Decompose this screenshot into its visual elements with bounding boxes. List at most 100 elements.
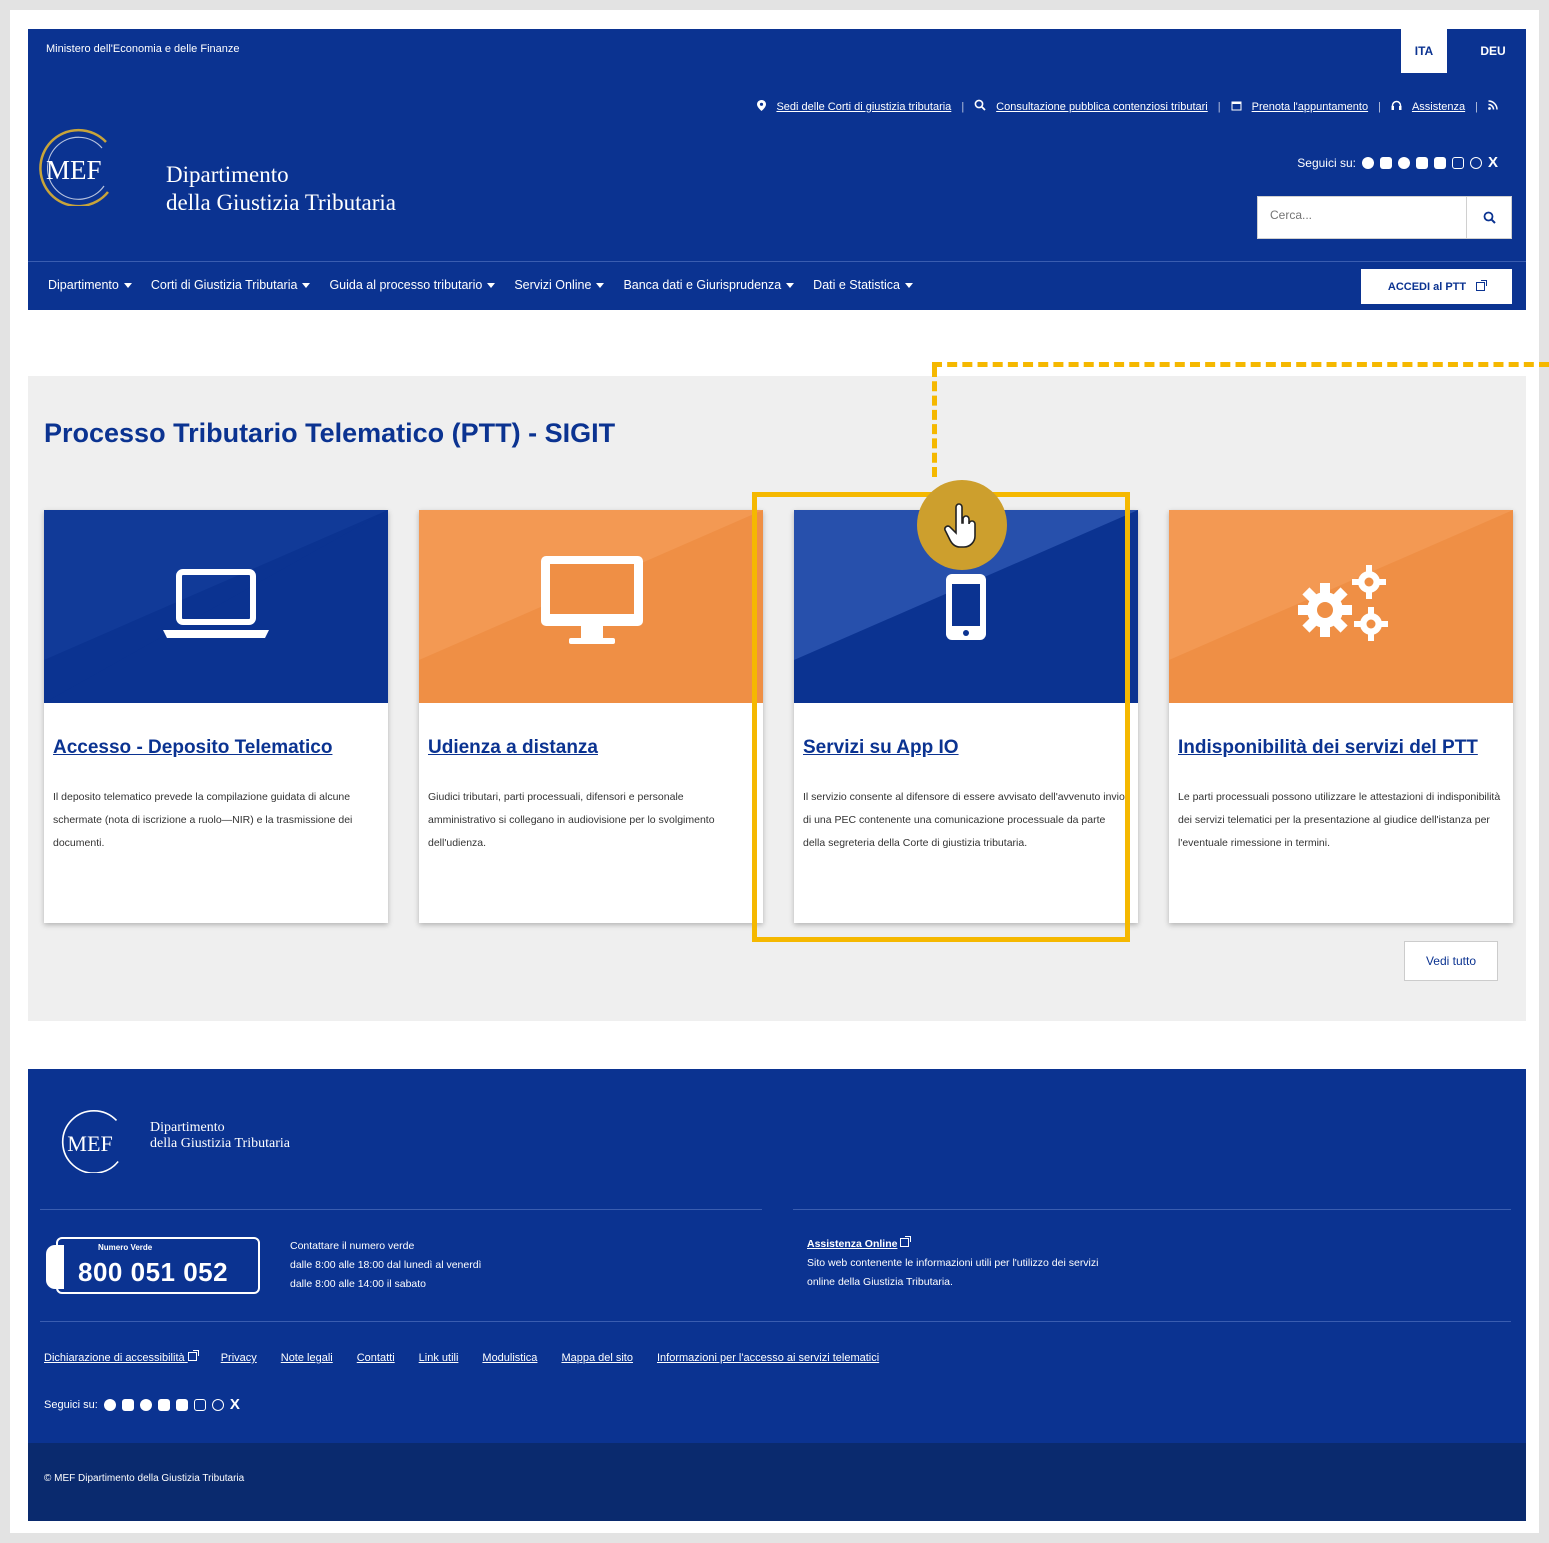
consultazione-link[interactable]: Consultazione pubblica contenziosi tribu… [996, 101, 1208, 113]
separator: | [961, 100, 965, 113]
youtube-icon[interactable] [157, 1399, 170, 1411]
mef-logo[interactable]: MEF [36, 128, 126, 206]
assistenza-link[interactable]: Assistenza [1412, 101, 1465, 113]
main-nav: Dipartimento Corti di Giustizia Tributar… [28, 261, 1526, 310]
highlight-guide-line [932, 362, 1549, 367]
nav-item-dipartimento[interactable]: Dipartimento [48, 278, 132, 292]
follow-label: Seguici su: [44, 1399, 98, 1411]
facebook-icon[interactable] [1361, 157, 1374, 169]
card-title[interactable]: Udienza a distanza [428, 737, 754, 759]
caret-down-icon [905, 283, 914, 289]
nav-item-servizi[interactable]: Servizi Online [514, 278, 605, 292]
telegram-icon[interactable] [1397, 157, 1410, 169]
sedi-corti-link[interactable]: Sedi delle Corti di giustizia tributaria [776, 101, 951, 113]
linkedin-icon[interactable] [121, 1399, 134, 1411]
footer-name-line1: Dipartimento [150, 1120, 225, 1135]
nav-item-guida[interactable]: Guida al processo tributario [329, 278, 496, 292]
footer-link-mappa[interactable]: Mappa del sito [561, 1352, 633, 1364]
footer-link-link-utili[interactable]: Link utili [419, 1352, 459, 1364]
footer-mef-logo[interactable]: MEF [58, 1109, 134, 1173]
lang-deu-button[interactable]: DEU [1460, 29, 1526, 73]
site-name-line2: della Giustizia Tributaria [166, 190, 396, 215]
telegram-icon[interactable] [139, 1399, 152, 1411]
gears-icon [1298, 565, 1388, 641]
prenota-link[interactable]: Prenota l'appuntamento [1252, 101, 1368, 113]
hand-pointer-icon [944, 503, 976, 548]
search-box [1257, 196, 1512, 239]
card-udienza-distanza[interactable]: Udienza a distanza Giudici tributari, pa… [419, 510, 763, 923]
nav-label: Banca dati e Giurisprudenza [623, 278, 782, 292]
footer-site-name: Dipartimento della Giustizia Tributaria [150, 1120, 290, 1152]
assist-description: Sito web contenente le informazioni util… [807, 1257, 1099, 1269]
footer-link-privacy[interactable]: Privacy [221, 1352, 257, 1364]
card-accesso-deposito[interactable]: Accesso - Deposito Telematico Il deposit… [44, 510, 388, 923]
click-indicator [917, 480, 1007, 570]
footer-name-line2: della Giustizia Tributaria [150, 1136, 290, 1151]
youtube-icon[interactable] [1415, 157, 1428, 169]
assistenza-online-link[interactable]: Assistenza Online [807, 1238, 897, 1250]
card-description: Il deposito telematico prevede la compil… [53, 791, 353, 849]
highlight-guide-line [932, 367, 937, 477]
social-links-header: Seguici su: X [1297, 155, 1498, 170]
phone-icon [46, 1245, 64, 1289]
flickr-icon[interactable] [1433, 157, 1446, 169]
nav-label: Guida al processo tributario [329, 278, 483, 292]
x-icon[interactable]: X [1488, 155, 1498, 170]
laptop-icon [163, 569, 269, 638]
flickr-icon[interactable] [175, 1399, 188, 1411]
contact-line: dalle 8:00 alle 18:00 dal lunedì al vene… [290, 1259, 482, 1271]
divider [40, 1209, 762, 1210]
site-footer: MEF Dipartimento della Giustizia Tributa… [28, 1069, 1526, 1443]
site-header: Sedi delle Corti di giustizia tributaria… [28, 73, 1526, 310]
nav-label: Corti di Giustizia Tributaria [150, 278, 298, 292]
card-title[interactable]: Servizi su App IO [803, 737, 1129, 759]
assistenza-online-block: Assistenza Online Sito web contenente le… [807, 1235, 1098, 1292]
search-button[interactable] [1466, 197, 1511, 238]
linkedin-icon[interactable] [1379, 157, 1392, 169]
footer-link-accessibilita[interactable]: Dichiarazione di accessibilità [44, 1350, 199, 1364]
footer-link-modulistica[interactable]: Modulistica [482, 1352, 537, 1364]
follow-label: Seguici su: [1297, 156, 1356, 170]
instagram-icon[interactable] [1451, 157, 1464, 169]
nav-label: Dati e Statistica [813, 278, 901, 292]
calendar-icon [1231, 100, 1242, 114]
footer-link-informazioni[interactable]: Informazioni per l'accesso ai servizi te… [657, 1352, 879, 1364]
numero-verde-box: Numero Verde 800 051 052 [46, 1237, 260, 1294]
copyright-bar: © MEF Dipartimento della Giustizia Tribu… [28, 1443, 1526, 1521]
facebook-icon[interactable] [103, 1399, 116, 1411]
instagram-icon[interactable] [193, 1399, 206, 1411]
card-title[interactable]: Accesso - Deposito Telematico [53, 737, 379, 759]
footer-links: Dichiarazione di accessibilità Privacy N… [44, 1350, 879, 1364]
accedi-ptt-button[interactable]: ACCEDI al PTT [1361, 269, 1512, 304]
card-indisponibilita[interactable]: Indisponibilità dei servizi del PTT Le p… [1169, 510, 1513, 923]
search-icon [1483, 211, 1496, 224]
nav-label: Dipartimento [48, 278, 119, 292]
site-name: Dipartimento della Giustizia Tributaria [166, 161, 396, 217]
x-icon[interactable]: X [230, 1397, 240, 1412]
card-title[interactable]: Indisponibilità dei servizi del PTT [1178, 737, 1504, 759]
card-servizi-app-io[interactable]: Servizi su App IO Il servizio consente a… [794, 510, 1138, 923]
accedi-label: ACCEDI al PTT [1387, 280, 1467, 293]
top-bar: Ministero dell'Economia e delle Finanze … [28, 29, 1526, 73]
footer-logo-text: MEF [67, 1131, 113, 1156]
monitor-icon [541, 556, 643, 644]
nav-item-banca-dati[interactable]: Banca dati e Giurisprudenza [623, 278, 795, 292]
assist-description: online della Giustizia Tributaria. [807, 1276, 953, 1288]
search-input[interactable] [1268, 207, 1462, 223]
rss-icon[interactable] [1488, 100, 1498, 113]
threads-icon[interactable] [1469, 157, 1482, 169]
section-title: Processo Tributario Telematico (PTT) - S… [44, 418, 616, 448]
nav-item-dati[interactable]: Dati e Statistica [813, 278, 914, 292]
lang-ita-button[interactable]: ITA [1401, 29, 1447, 73]
nav-item-corti[interactable]: Corti di Giustizia Tributaria [151, 278, 311, 292]
card-description: Le parti processuali possono utilizzare … [1178, 791, 1501, 849]
threads-icon[interactable] [211, 1399, 224, 1411]
card-image [44, 510, 388, 703]
logo-text: MEF [46, 155, 102, 185]
social-links-footer: Seguici su: X [44, 1397, 240, 1412]
footer-link-note-legali[interactable]: Note legali [281, 1352, 333, 1364]
divider [793, 1209, 1511, 1210]
footer-link-contatti[interactable]: Contatti [357, 1352, 395, 1364]
vedi-tutto-button[interactable]: Vedi tutto [1404, 941, 1498, 981]
ministry-link[interactable]: Ministero dell'Economia e delle Finanze [46, 43, 239, 55]
